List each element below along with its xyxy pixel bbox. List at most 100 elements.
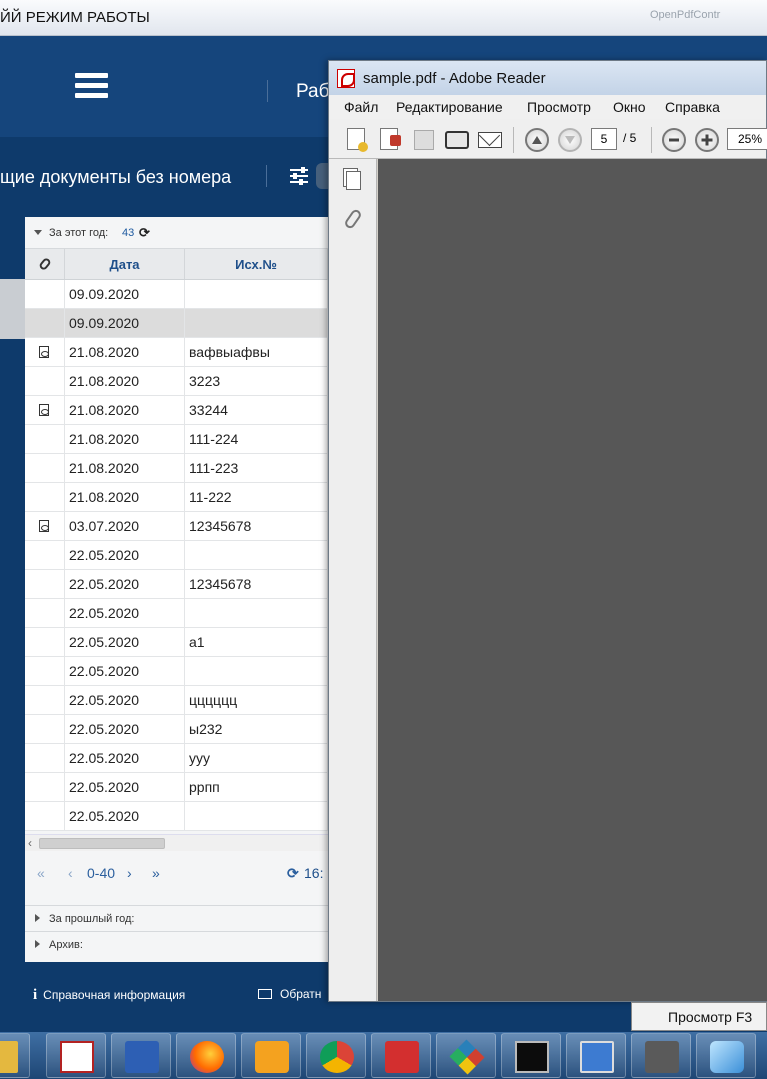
window-title: ЙЙ РЕЖИМ РАБОТЫ <box>0 9 150 26</box>
table-row[interactable]: 22.05.2020 12345678 <box>25 570 328 599</box>
table-row[interactable]: 21.08.2020 3223 <box>25 367 328 396</box>
attachment-cell <box>25 802 65 830</box>
table-row[interactable]: 09.09.2020 <box>25 280 328 309</box>
table-row[interactable]: 03.07.2020 12345678 <box>25 512 328 541</box>
taskbar-pdf-xchange[interactable] <box>46 1033 106 1078</box>
table-row[interactable]: 22.05.2020 <box>25 657 328 686</box>
group-header-archive[interactable]: Архив: <box>25 931 328 957</box>
table-row[interactable]: 22.05.2020 ууу <box>25 744 328 773</box>
date-cell: 21.08.2020 <box>65 425 185 453</box>
subheader-divider <box>266 165 267 187</box>
scroll-left-icon[interactable]: ‹ <box>28 836 32 850</box>
taskbar-gem-app[interactable] <box>436 1033 496 1078</box>
out-number-cell <box>185 309 328 337</box>
attachments-icon[interactable] <box>343 207 363 231</box>
first-page-button[interactable]: « <box>37 865 45 881</box>
last-page-button[interactable]: » <box>152 865 160 881</box>
feedback-link[interactable]: Обратн <box>258 987 321 1001</box>
menu-view[interactable]: Просмотр <box>527 99 591 115</box>
app-footer: i Справочная информация Обратн <box>0 962 330 1032</box>
attachment-cell <box>25 367 65 395</box>
prev-page-button[interactable]: ‹ <box>68 865 73 881</box>
taskbar-outlook[interactable] <box>241 1033 301 1078</box>
taskbar-firefox[interactable] <box>176 1033 236 1078</box>
hamburger-menu-icon[interactable] <box>75 73 108 99</box>
date-cell: 21.08.2020 <box>65 483 185 511</box>
attachment-cell <box>25 309 65 337</box>
window-title-bar: ЙЙ РЕЖИМ РАБОТЫ OpenPdfContr <box>0 0 767 36</box>
group-label-last-year: За прошлый год: <box>49 913 135 925</box>
adobe-reader-window: sample.pdf - Adobe Reader Файл Редактиро… <box>328 60 767 1002</box>
taskbar-chrome[interactable] <box>306 1033 366 1078</box>
table-row[interactable]: 21.08.2020 11-222 <box>25 483 328 512</box>
save-icon[interactable] <box>414 130 434 150</box>
next-page-button[interactable]: › <box>127 865 132 881</box>
help-link[interactable]: i Справочная информация <box>33 987 185 1004</box>
table-row[interactable]: 21.08.2020 33244 <box>25 396 328 425</box>
reader-title: sample.pdf - Adobe Reader <box>363 70 546 87</box>
menu-help[interactable]: Справка <box>665 99 720 115</box>
table-row[interactable]: 22.05.2020 а1 <box>25 628 328 657</box>
table-row[interactable]: 22.05.2020 <box>25 802 328 831</box>
zoom-level-input[interactable]: 25% <box>727 128 767 150</box>
column-date[interactable]: Дата <box>65 249 185 279</box>
prev-page-icon[interactable] <box>525 128 549 152</box>
taskbar-xmind[interactable] <box>371 1033 431 1078</box>
table-row[interactable]: 21.08.2020 111-223 <box>25 454 328 483</box>
taskbar-network[interactable] <box>566 1033 626 1078</box>
group-header-last-year[interactable]: За прошлый год: <box>25 905 328 931</box>
menu-window[interactable]: Окно <box>613 99 646 115</box>
table-row[interactable]: 09.09.2020 <box>25 309 328 338</box>
table-row[interactable]: 21.08.2020 111-224 <box>25 425 328 454</box>
page-number-input[interactable]: 5 <box>591 128 617 150</box>
column-out-number[interactable]: Исх.№ <box>185 249 328 279</box>
page-thumbnails-icon[interactable] <box>346 171 361 190</box>
pdf-file-icon <box>39 346 49 358</box>
expand-down-icon <box>34 230 42 235</box>
out-number-cell <box>185 280 328 308</box>
table-row[interactable]: 22.05.2020 <box>25 541 328 570</box>
workspace-title: Раб <box>296 81 330 102</box>
filter-settings-icon[interactable] <box>290 167 308 185</box>
zoom-out-icon[interactable] <box>662 128 686 152</box>
attachment-cell <box>25 744 65 772</box>
column-attachment[interactable] <box>25 249 65 279</box>
refresh-icon[interactable]: ⟳ <box>139 225 150 241</box>
date-cell: 22.05.2020 <box>65 657 185 685</box>
out-number-cell: 3223 <box>185 367 328 395</box>
network-icon <box>580 1041 614 1073</box>
reader-title-bar[interactable]: sample.pdf - Adobe Reader <box>329 61 766 95</box>
menu-edit[interactable]: Редактирование <box>396 99 503 115</box>
table-row[interactable]: 22.05.2020 цццццц <box>25 686 328 715</box>
attachment-cell <box>25 686 65 714</box>
taskbar-cube[interactable] <box>696 1033 756 1078</box>
table-row[interactable]: 22.05.2020 <box>25 599 328 628</box>
horizontal-scrollbar[interactable]: ‹ <box>25 834 328 851</box>
date-cell: 22.05.2020 <box>65 570 185 598</box>
create-pdf-icon[interactable] <box>380 128 401 150</box>
table-row[interactable]: 22.05.2020 ррпп <box>25 773 328 802</box>
taskbar-word[interactable] <box>111 1033 171 1078</box>
table-row[interactable]: 22.05.2020 ы232 <box>25 715 328 744</box>
zoom-in-icon[interactable] <box>695 128 719 152</box>
attachment-cell <box>25 628 65 656</box>
header-divider <box>267 80 268 102</box>
info-icon: i <box>33 987 38 1003</box>
out-number-cell <box>185 599 328 627</box>
document-canvas[interactable] <box>378 159 767 1001</box>
tooltip-view: Просмотр F3 <box>631 1002 767 1031</box>
print-icon[interactable] <box>445 131 469 149</box>
taskbar-folder[interactable] <box>0 1033 30 1078</box>
open-file-icon[interactable] <box>347 128 368 152</box>
date-cell: 22.05.2020 <box>65 802 185 830</box>
scrollbar-thumb[interactable] <box>39 838 165 849</box>
table-row[interactable]: 21.08.2020 вафвыафвы <box>25 338 328 367</box>
menu-file[interactable]: Файл <box>344 99 378 115</box>
refresh-time-icon[interactable]: ⟳ <box>287 865 299 882</box>
out-number-cell: 12345678 <box>185 570 328 598</box>
taskbar-sync[interactable] <box>631 1033 691 1078</box>
next-page-icon[interactable] <box>558 128 582 152</box>
email-icon[interactable] <box>478 132 502 148</box>
taskbar-cmd[interactable] <box>501 1033 561 1078</box>
group-header-this-year[interactable]: За этот год: 43 ⟳ <box>25 217 328 249</box>
